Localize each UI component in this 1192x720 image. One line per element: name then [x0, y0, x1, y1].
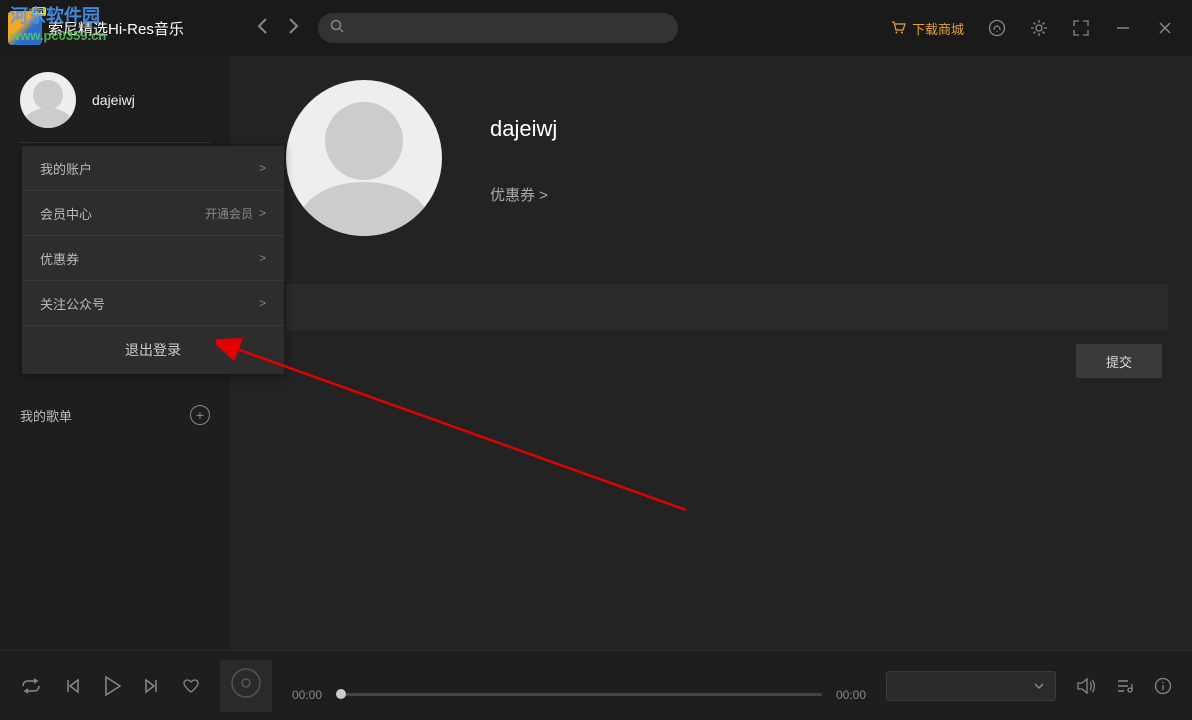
- chevron-right-icon: >: [259, 161, 266, 175]
- menu-coupon[interactable]: 优惠券 >: [22, 236, 284, 281]
- info-icon[interactable]: [1154, 677, 1172, 695]
- profile-username: dajeiwj: [490, 116, 557, 142]
- search-icon: [330, 19, 344, 38]
- menu-logout[interactable]: 退出登录: [22, 326, 284, 374]
- quality-select[interactable]: [886, 671, 1056, 701]
- avatar-small: [20, 72, 76, 128]
- minimize-icon[interactable]: [1114, 19, 1132, 37]
- time-current: 00:00: [292, 688, 322, 702]
- chevron-right-icon: >: [259, 251, 266, 265]
- close-icon[interactable]: [1156, 19, 1174, 37]
- play-icon[interactable]: [102, 675, 122, 697]
- favorite-icon[interactable]: [182, 678, 200, 694]
- menu-label: 关注公众号: [40, 294, 105, 313]
- shop-label: 下载商城: [912, 19, 964, 38]
- playlist-label: 我的歌单: [20, 406, 72, 425]
- hires-badge: HR: [32, 7, 46, 16]
- user-dropdown: 我的账户 > 会员中心 开通会员 > 优惠券 > 关注公众号 > 退出登录: [22, 146, 284, 374]
- add-playlist-button[interactable]: +: [190, 405, 210, 425]
- divider: [20, 142, 210, 143]
- main-area: dajeiwj 优惠券 > 提交: [230, 56, 1192, 650]
- logo-area: HR 索尼精选Hi-Res音乐: [8, 11, 238, 45]
- header-right: 下载商城: [890, 19, 1184, 38]
- playlist-icon[interactable]: [1116, 678, 1134, 694]
- settings-icon[interactable]: [1030, 19, 1048, 37]
- nav-back-icon[interactable]: [256, 17, 268, 40]
- expand-icon[interactable]: [1072, 19, 1090, 37]
- loop-icon[interactable]: [20, 678, 42, 694]
- prev-track-icon[interactable]: [64, 678, 80, 694]
- progress-slider[interactable]: [336, 693, 822, 696]
- time-total: 00:00: [836, 688, 866, 702]
- cart-icon: [890, 19, 906, 38]
- profile-section: dajeiwj 优惠券 >: [286, 80, 1168, 236]
- progress-area: 00:00 00:00: [292, 688, 866, 702]
- menu-label: 会员中心: [40, 204, 92, 223]
- volume-icon[interactable]: [1076, 677, 1096, 695]
- chevron-down-icon: [1033, 677, 1045, 695]
- nav-forward-icon[interactable]: [288, 17, 300, 40]
- notification-icon[interactable]: [988, 19, 1006, 37]
- sidebar-username: dajeiwj: [92, 92, 135, 108]
- disc-icon: [229, 666, 263, 705]
- next-track-icon[interactable]: [144, 678, 160, 694]
- search-input[interactable]: [318, 13, 678, 43]
- album-thumbnail[interactable]: [220, 660, 272, 712]
- menu-hint: 开通会员: [205, 205, 253, 222]
- chevron-right-icon: >: [259, 206, 266, 220]
- app-title: 索尼精选Hi-Res音乐: [48, 18, 184, 39]
- coupon-link[interactable]: 优惠券 >: [490, 184, 557, 205]
- menu-label: 优惠券: [40, 249, 79, 268]
- nav-arrows: [256, 17, 300, 40]
- menu-label: 我的账户: [40, 159, 92, 178]
- titlebar: HR 索尼精选Hi-Res音乐 下载商城: [0, 0, 1192, 56]
- menu-follow-wechat[interactable]: 关注公众号 >: [22, 281, 284, 326]
- app-logo-icon: HR: [8, 11, 42, 45]
- my-playlist-row: 我的歌单 +: [0, 397, 230, 433]
- player-bar: 00:00 00:00: [0, 650, 1192, 720]
- download-shop-link[interactable]: 下载商城: [890, 19, 964, 38]
- avatar-large: [286, 80, 442, 236]
- chevron-right-icon: >: [259, 296, 266, 310]
- feedback-input[interactable]: [286, 284, 1168, 330]
- menu-my-account[interactable]: 我的账户 >: [22, 146, 284, 191]
- submit-button[interactable]: 提交: [1076, 344, 1162, 378]
- sidebar-user[interactable]: dajeiwj: [0, 66, 230, 142]
- menu-member-center[interactable]: 会员中心 开通会员 >: [22, 191, 284, 236]
